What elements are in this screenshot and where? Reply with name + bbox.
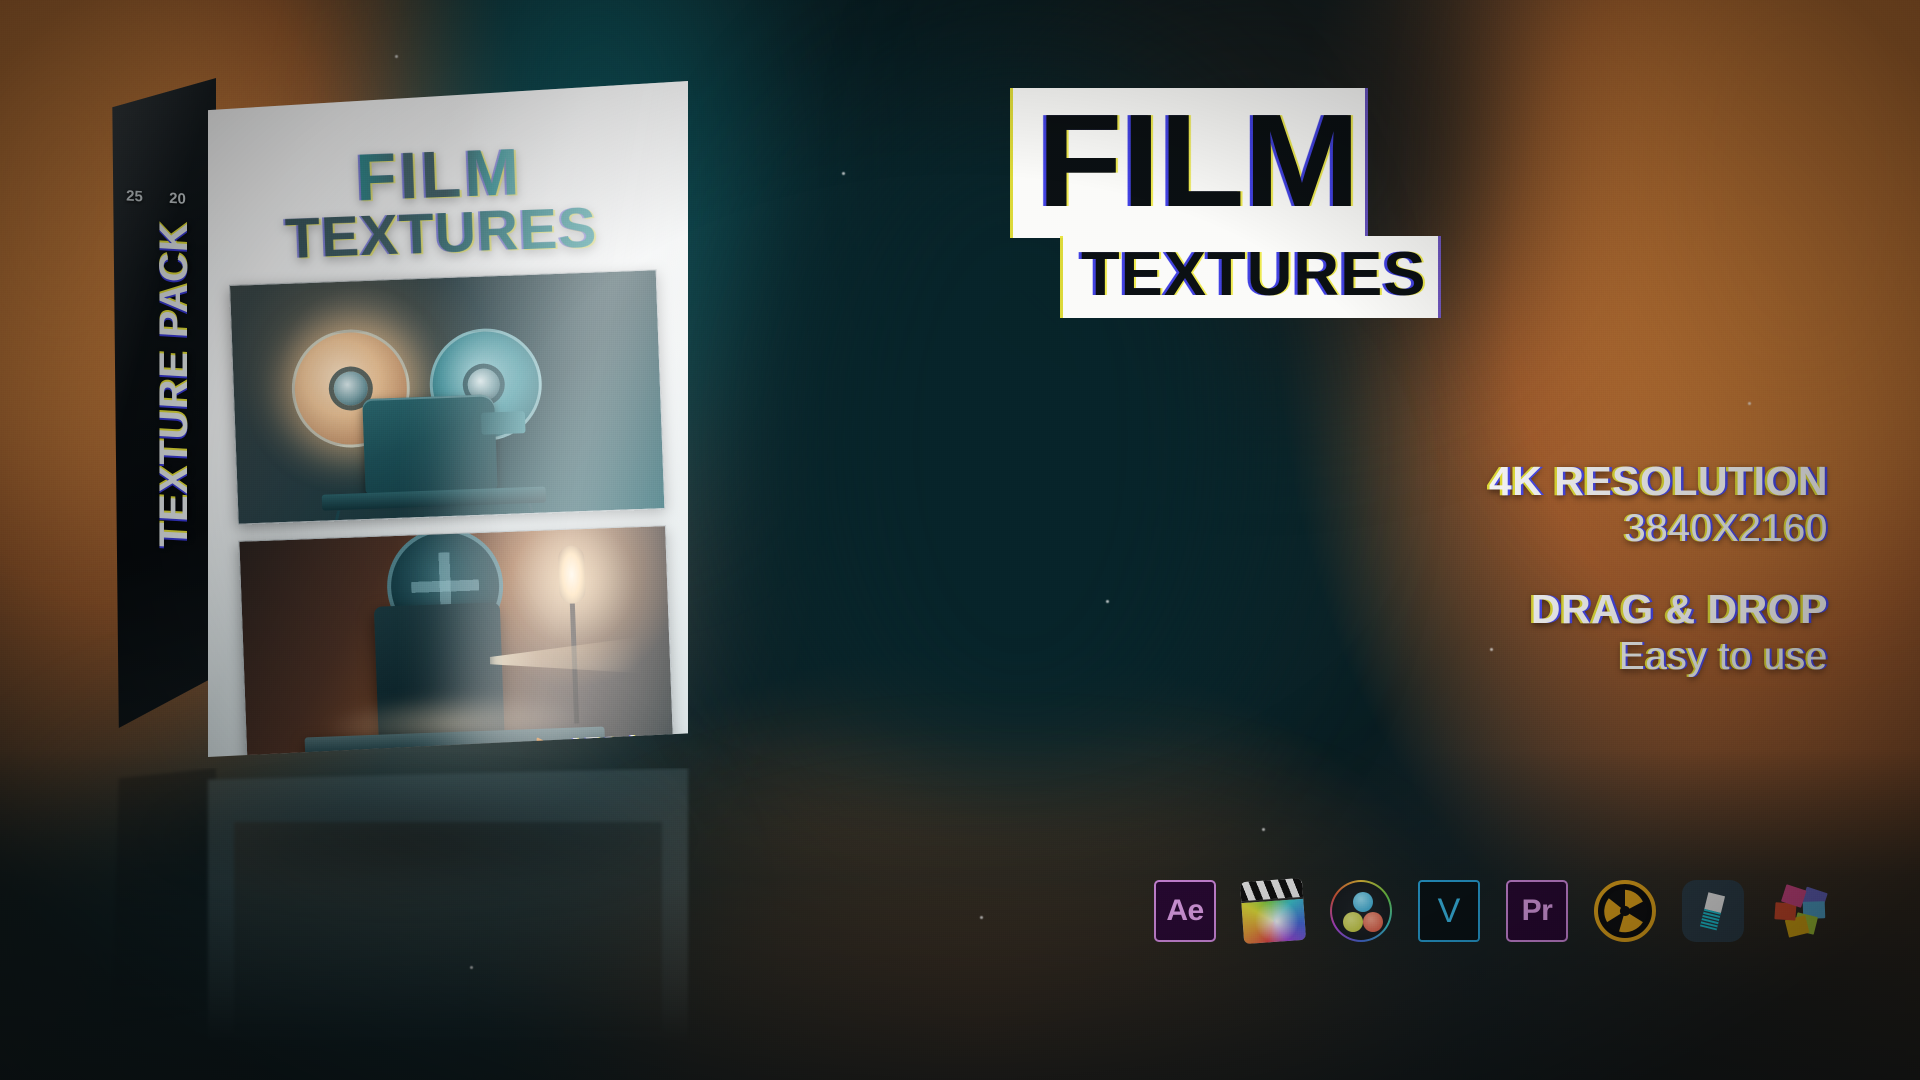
vignette-overlay	[0, 0, 1920, 1080]
promo-canvas: AEJuice TEXTURE PACK 25 20	[0, 0, 1920, 1080]
